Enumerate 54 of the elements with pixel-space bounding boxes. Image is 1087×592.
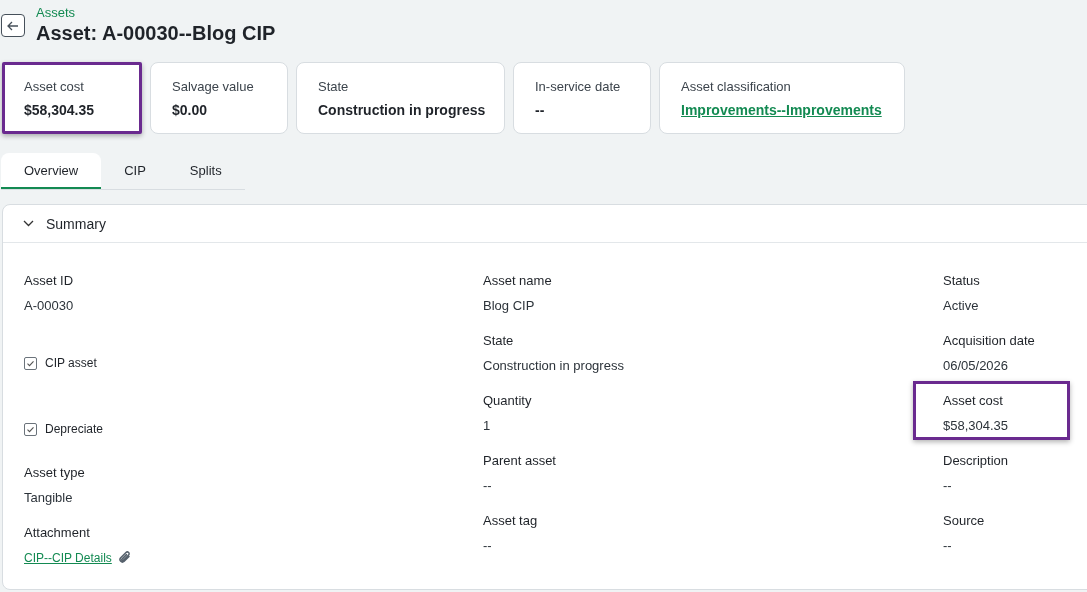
card-label: Asset classification [681, 79, 792, 94]
field-value: Active [943, 298, 980, 313]
field-value: -- [483, 538, 493, 553]
back-arrow-icon [7, 20, 19, 31]
card-value: $0.00 [172, 102, 209, 118]
attachment-link[interactable]: CIP--CIP Details [24, 551, 112, 565]
field-value: -- [483, 478, 493, 493]
card-label: In-service date [535, 79, 622, 94]
field-value: Construction in progress [483, 358, 625, 373]
card-value: $58,304.35 [24, 102, 96, 118]
field-value: 06/05/2026 [943, 358, 1010, 373]
field-value: -- [943, 538, 953, 553]
section-title: Summary [46, 215, 106, 232]
card-link[interactable]: Improvements--Improvements [681, 102, 904, 118]
field-label: Acquisition date [943, 333, 1036, 348]
field-value: A-00030 [24, 298, 75, 313]
checkbox-row[interactable]: Depreciate [24, 422, 483, 436]
field-label: State [483, 333, 515, 348]
field-label: Asset type [24, 465, 86, 480]
checkbox-row[interactable]: CIP asset [24, 356, 483, 370]
tab[interactable]: Splits [168, 153, 243, 189]
tab[interactable]: CIP [101, 153, 169, 189]
card-label: State [318, 79, 350, 94]
paperclip-icon[interactable] [117, 550, 132, 566]
page-title: Asset: A-00030--Blog CIP [36, 21, 276, 45]
card-value: Construction in progress [318, 102, 487, 118]
section-header[interactable]: Summary [3, 205, 1087, 243]
field-label: Asset tag [483, 513, 539, 528]
checkbox[interactable] [24, 422, 37, 436]
field-label: Asset name [483, 273, 553, 288]
field-label: Parent asset [483, 453, 557, 468]
back-button[interactable] [1, 14, 25, 37]
checkbox-label: CIP asset [45, 356, 97, 370]
field-value: Blog CIP [483, 298, 536, 313]
checkbox-label: Depreciate [45, 422, 104, 436]
field-label: Description [943, 453, 1010, 468]
field-value: $58,304.35 [943, 418, 1010, 433]
field-label: Attachment [24, 525, 91, 540]
card-value: -- [535, 102, 546, 118]
card-label: Asset cost [24, 79, 85, 94]
field-value: -- [943, 478, 953, 493]
field-value: 1 [483, 418, 492, 433]
breadcrumb-link[interactable]: Assets [36, 6, 276, 20]
field-value: Tangible [24, 490, 74, 505]
field-label: Quantity [483, 393, 533, 408]
field-label: Asset cost [943, 393, 1004, 408]
card-label: Salvage value [172, 79, 255, 94]
checkbox[interactable] [24, 356, 37, 370]
checkmark-icon [26, 424, 35, 434]
tab[interactable]: Overview [1, 153, 102, 189]
checkmark-icon [26, 358, 35, 368]
field-label: Source [943, 513, 986, 528]
field-label: Asset ID [24, 273, 75, 288]
field-label: Status [943, 273, 981, 288]
